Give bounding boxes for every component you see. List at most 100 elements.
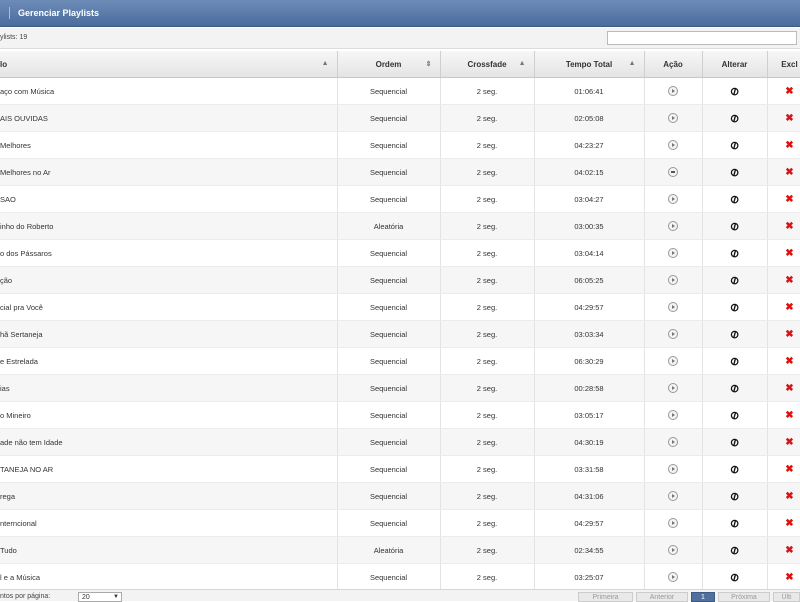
delete-x-icon[interactable]: ✖ xyxy=(785,248,793,259)
delete-x-icon[interactable]: ✖ xyxy=(785,113,793,124)
delete-cell: ✖ xyxy=(767,563,800,591)
edit-link-icon[interactable]: ⊘ xyxy=(727,569,742,585)
edit-link-icon[interactable]: ⊘ xyxy=(727,542,742,558)
edit-cell: ⊘ xyxy=(702,158,768,186)
edit-link-icon[interactable]: ⊘ xyxy=(727,353,742,369)
play-icon[interactable] xyxy=(668,275,678,285)
playlist-total-time: 04:02:15 xyxy=(534,158,645,186)
edit-link-icon[interactable]: ⊘ xyxy=(727,164,742,180)
edit-link-icon[interactable]: ⊘ xyxy=(727,137,742,153)
delete-x-icon[interactable]: ✖ xyxy=(785,140,793,151)
playlist-name: Tudo xyxy=(0,536,338,564)
delete-x-icon[interactable]: ✖ xyxy=(785,437,793,448)
play-icon[interactable] xyxy=(668,383,678,393)
playlist-total-time: 03:05:17 xyxy=(534,401,645,429)
table-row: inho do Roberto Aleatória 2 seg. 03:00:35 ⊘ ✖ xyxy=(0,212,800,240)
per-page-select[interactable]: 20 ▼ xyxy=(78,592,122,602)
pager-last-button[interactable]: Últi xyxy=(773,592,800,602)
play-icon[interactable] xyxy=(668,491,678,501)
edit-link-icon[interactable]: ⊘ xyxy=(727,218,742,234)
column-header-ordem[interactable]: Ordem ⇕ xyxy=(337,51,441,78)
delete-x-icon[interactable]: ✖ xyxy=(785,410,793,421)
playlist-total-time: 04:23:27 xyxy=(534,131,645,159)
table-row: o dos Pássaros Sequencial 2 seg. 03:04:14 ⊘ ✖ xyxy=(0,239,800,267)
delete-x-icon[interactable]: ✖ xyxy=(785,221,793,232)
playlist-crossfade: 2 seg. xyxy=(440,401,535,429)
delete-cell: ✖ xyxy=(767,158,800,186)
playlist-order: Sequencial xyxy=(337,266,441,294)
delete-x-icon[interactable]: ✖ xyxy=(785,464,793,475)
delete-x-icon[interactable]: ✖ xyxy=(785,491,793,502)
playlist-total-time: 04:31:06 xyxy=(534,482,645,510)
pager-first-button[interactable]: Primeira xyxy=(578,592,633,602)
table-row: AIS OUVIDAS Sequencial 2 seg. 02:05:08 ⊘ ✖ xyxy=(0,104,800,132)
edit-cell: ⊘ xyxy=(702,77,768,105)
play-icon[interactable] xyxy=(668,302,678,312)
delete-x-icon[interactable]: ✖ xyxy=(785,302,793,313)
delete-x-icon[interactable]: ✖ xyxy=(785,545,793,556)
edit-link-icon[interactable]: ⊘ xyxy=(727,488,742,504)
action-cell xyxy=(644,428,703,456)
delete-x-icon[interactable]: ✖ xyxy=(785,518,793,529)
playlist-name: ias xyxy=(0,374,338,402)
edit-link-icon[interactable]: ⊘ xyxy=(727,461,742,477)
edit-link-icon[interactable]: ⊘ xyxy=(727,83,742,99)
column-header-alterar-label: Alterar xyxy=(721,59,748,69)
edit-link-icon[interactable]: ⊘ xyxy=(727,245,742,261)
delete-x-icon[interactable]: ✖ xyxy=(785,167,793,178)
playlist-crossfade: 2 seg. xyxy=(440,266,535,294)
delete-cell: ✖ xyxy=(767,104,800,132)
column-header-crossfade[interactable]: Crossfade ▲ xyxy=(440,51,535,78)
edit-cell: ⊘ xyxy=(702,536,768,564)
edit-cell: ⊘ xyxy=(702,131,768,159)
title-bar: Gerenciar Playlists xyxy=(0,0,800,27)
playlist-order: Sequencial xyxy=(337,347,441,375)
action-cell xyxy=(644,536,703,564)
edit-link-icon[interactable]: ⊘ xyxy=(727,110,742,126)
playlist-crossfade: 2 seg. xyxy=(440,131,535,159)
play-icon[interactable] xyxy=(668,167,678,177)
delete-x-icon[interactable]: ✖ xyxy=(785,572,793,583)
pager-prev-button[interactable]: Anterior xyxy=(636,592,688,602)
play-icon[interactable] xyxy=(668,356,678,366)
play-icon[interactable] xyxy=(668,410,678,420)
delete-x-icon[interactable]: ✖ xyxy=(785,356,793,367)
play-icon[interactable] xyxy=(668,545,678,555)
play-icon[interactable] xyxy=(668,572,678,582)
edit-link-icon[interactable]: ⊘ xyxy=(727,272,742,288)
action-cell xyxy=(644,212,703,240)
edit-link-icon[interactable]: ⊘ xyxy=(727,407,742,423)
play-icon[interactable] xyxy=(668,86,678,96)
play-icon[interactable] xyxy=(668,113,678,123)
play-icon[interactable] xyxy=(668,248,678,258)
pager-current-page[interactable]: 1 xyxy=(691,592,715,602)
edit-link-icon[interactable]: ⊘ xyxy=(727,191,742,207)
delete-x-icon[interactable]: ✖ xyxy=(785,194,793,205)
delete-x-icon[interactable]: ✖ xyxy=(785,383,793,394)
playlist-name: l e a Música xyxy=(0,563,338,591)
pager-next-button[interactable]: Próxima xyxy=(718,592,770,602)
edit-link-icon[interactable]: ⊘ xyxy=(727,380,742,396)
play-icon[interactable] xyxy=(668,437,678,447)
edit-link-icon[interactable]: ⊘ xyxy=(727,299,742,315)
table-row: cial pra Você Sequencial 2 seg. 04:29:57 ⊘ ✖ xyxy=(0,293,800,321)
column-header-name[interactable]: lo ▲ xyxy=(0,51,338,78)
search-input[interactable] xyxy=(607,31,797,45)
playlist-order: Sequencial xyxy=(337,293,441,321)
play-icon[interactable] xyxy=(668,329,678,339)
column-header-tempo[interactable]: Tempo Total ▲ xyxy=(534,51,645,78)
play-icon[interactable] xyxy=(668,140,678,150)
edit-link-icon[interactable]: ⊘ xyxy=(727,515,742,531)
per-page-label: ntos por página: xyxy=(0,593,51,600)
playlist-count-value: 19 xyxy=(19,34,28,41)
play-icon[interactable] xyxy=(668,221,678,231)
play-icon[interactable] xyxy=(668,464,678,474)
delete-x-icon[interactable]: ✖ xyxy=(785,86,793,97)
delete-x-icon[interactable]: ✖ xyxy=(785,329,793,340)
playlist-total-time: 03:00:35 xyxy=(534,212,645,240)
delete-x-icon[interactable]: ✖ xyxy=(785,275,793,286)
play-icon[interactable] xyxy=(668,518,678,528)
edit-link-icon[interactable]: ⊘ xyxy=(727,434,742,450)
play-icon[interactable] xyxy=(668,194,678,204)
edit-link-icon[interactable]: ⊘ xyxy=(727,326,742,342)
